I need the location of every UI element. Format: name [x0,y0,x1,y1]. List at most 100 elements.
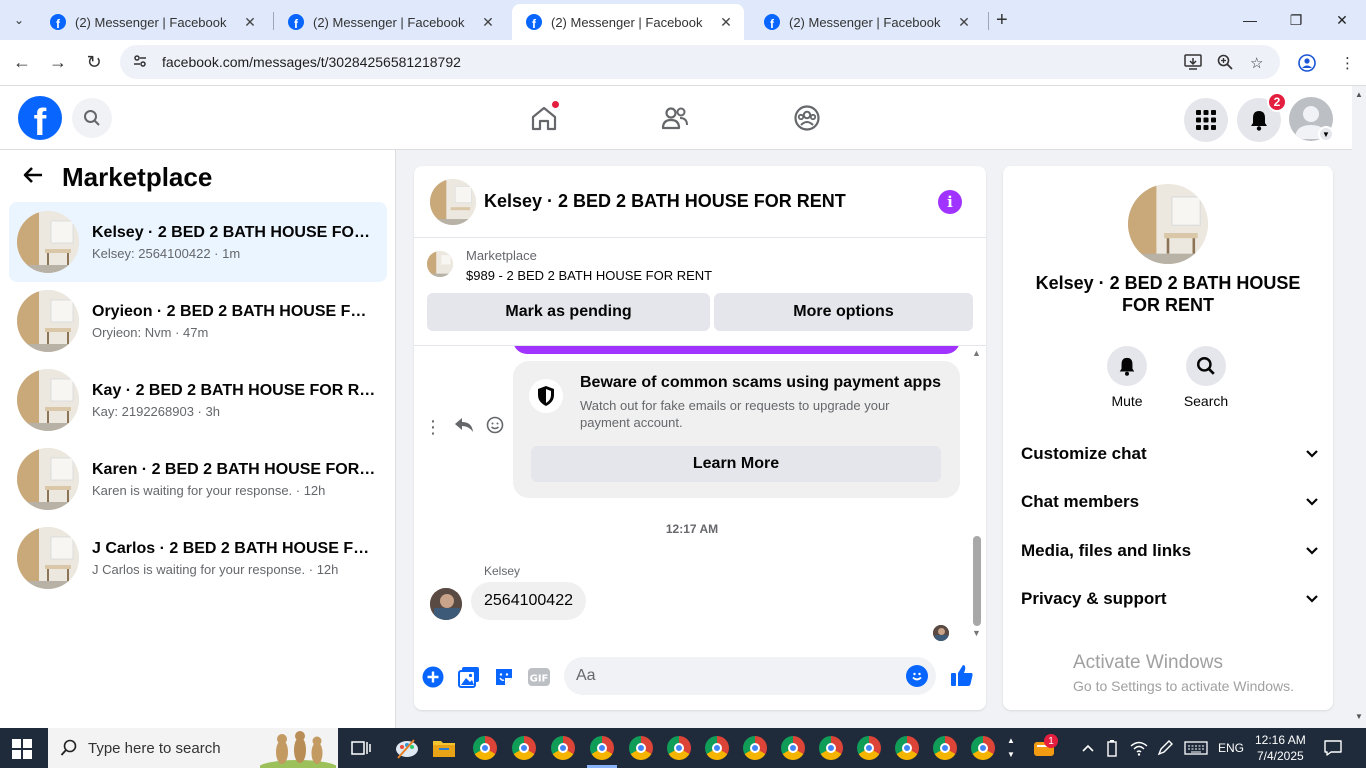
scroll-down-arrow-icon[interactable]: ▼ [1355,712,1363,721]
notification-app-icon[interactable]: 1 [1032,734,1058,760]
scrollbar-thumb[interactable] [973,536,981,626]
friends-nav-button[interactable] [657,100,693,136]
search-in-chat-button[interactable]: Search [1176,346,1236,409]
bookmark-star-icon[interactable]: ☆ [1250,54,1263,72]
wifi-icon[interactable] [1130,728,1148,768]
close-tab-icon[interactable]: ✕ [956,14,972,31]
zoom-icon[interactable] [1217,54,1233,74]
close-tab-icon[interactable]: ✕ [480,14,496,31]
install-app-icon[interactable] [1184,54,1202,74]
chrome-taskbar-icon[interactable] [705,736,729,760]
groups-nav-button[interactable] [789,100,825,136]
chat-title[interactable]: Kelsey · 2 BED 2 BATH HOUSE FOR RENT [484,191,846,212]
close-tab-icon[interactable]: ✕ [718,14,734,31]
scroll-up-arrow-icon[interactable]: ▲ [1355,90,1363,99]
privacy-support-section[interactable]: Privacy & support [1021,579,1319,619]
facebook-search-button[interactable] [72,98,112,138]
page-scrollbar[interactable]: ▲ ▼ [1352,86,1366,728]
conversation-item[interactable]: J Carlos · 2 BED 2 BATH HOUSE FOR RENT J… [9,518,387,598]
chrome-taskbar-icon[interactable] [857,736,881,760]
mute-button[interactable]: Mute [1097,346,1157,409]
close-window-icon[interactable]: ✕ [1322,8,1362,32]
chevron-down-icon[interactable]: ▼ [1318,126,1334,142]
notifications-button[interactable]: 2 [1237,92,1287,142]
plus-circle-icon[interactable] [421,665,445,689]
facebook-logo-icon[interactable]: f [18,96,62,140]
task-view-icon[interactable] [349,736,373,760]
chrome-taskbar-icon[interactable] [551,736,575,760]
reload-icon[interactable]: ↻ [83,52,105,73]
chrome-taskbar-icon[interactable] [933,736,957,760]
gif-icon[interactable]: GIF [527,665,551,689]
listing-thumbnail[interactable] [427,251,453,277]
chat-members-section[interactable]: Chat members [1021,482,1319,522]
react-smiley-icon[interactable] [486,416,504,439]
chat-avatar[interactable] [430,179,476,225]
browser-tab-1[interactable]: f (2) Messenger | Facebook ✕ [36,4,268,40]
received-message-bubble[interactable]: 2564100422 [471,582,586,620]
chrome-profile-icon[interactable] [1298,54,1316,76]
chrome-taskbar-icon[interactable] [629,736,653,760]
chrome-taskbar-icon[interactable] [819,736,843,760]
paint-app-icon[interactable] [394,736,418,760]
browser-tab-3-active[interactable]: f (2) Messenger | Facebook ✕ [512,4,744,40]
message-input[interactable] [564,657,936,695]
customize-chat-section[interactable]: Customize chat [1021,434,1319,474]
taskbar-search-box[interactable]: Type here to search [48,728,338,768]
taskbar-clock[interactable]: 12:16 AM 7/4/2025 [1255,732,1306,764]
new-tab-plus-icon[interactable]: + [996,9,1008,32]
action-center-icon[interactable] [1323,728,1343,768]
listing-price-title[interactable]: $989 - 2 BED 2 BATH HOUSE FOR RENT [466,268,712,283]
chrome-taskbar-icon[interactable] [895,736,919,760]
menu-grid-button[interactable] [1184,98,1228,142]
reply-icon[interactable] [454,417,474,438]
chrome-taskbar-icon[interactable] [743,736,767,760]
more-options-button[interactable]: More options [714,293,973,331]
learn-more-button[interactable]: Learn More [531,446,941,482]
chrome-taskbar-icon[interactable] [781,736,805,760]
show-hidden-icons-chevron-icon[interactable] [1081,728,1095,768]
mark-as-pending-button[interactable]: Mark as pending [427,293,710,331]
taskbar-overflow-arrows[interactable]: ▲ ▼ [1004,728,1018,768]
scroll-up-arrow-icon[interactable]: ▲ [972,348,981,358]
windows-start-icon[interactable] [12,739,32,759]
thumbs-up-icon[interactable] [950,663,974,687]
chrome-taskbar-icon[interactable] [473,736,497,760]
pen-icon[interactable] [1156,728,1174,768]
chrome-taskbar-icon[interactable] [971,736,995,760]
sender-avatar[interactable] [430,588,462,620]
language-indicator[interactable]: ENG [1218,728,1244,768]
tab-search-chevron-icon[interactable]: ⌄ [6,8,32,32]
restore-window-icon[interactable]: ❐ [1276,8,1316,32]
conversation-item[interactable]: Kelsey · 2 BED 2 BATH HOUSE FOR RENT Kel… [9,202,387,282]
keyboard-icon[interactable] [1184,728,1208,768]
sticker-icon[interactable] [492,665,516,689]
info-icon[interactable]: i [938,190,962,214]
thread-scrollbar[interactable]: ▲ ▼ [970,346,984,642]
details-avatar[interactable] [1128,184,1208,264]
chrome-taskbar-icon[interactable] [512,736,536,760]
chrome-taskbar-icon-active[interactable] [590,736,614,760]
home-nav-button[interactable] [526,100,562,136]
minimize-window-icon[interactable]: — [1230,8,1270,32]
browser-tab-2[interactable]: f (2) Messenger | Facebook ✕ [274,4,506,40]
browser-menu-icon[interactable]: ⋮ [1340,54,1355,72]
address-bar[interactable]: facebook.com/messages/t/3028425658121879… [120,45,1280,79]
emoji-smiley-icon[interactable] [906,665,928,687]
scroll-down-arrow-icon[interactable]: ▼ [972,628,981,638]
browser-tab-4[interactable]: f (2) Messenger | Facebook ✕ [750,4,982,40]
conversation-item[interactable]: Kay · 2 BED 2 BATH HOUSE FOR RENT Kay: 2… [9,360,387,440]
battery-icon[interactable] [1106,728,1118,768]
forward-arrow-icon[interactable]: → [47,52,69,73]
conversation-item[interactable]: Karen · 2 BED 2 BATH HOUSE FOR RENT Kare… [9,439,387,519]
media-files-links-section[interactable]: Media, files and links [1021,531,1319,571]
back-arrow-icon[interactable]: ← [11,52,33,73]
back-arrow-icon[interactable] [22,164,48,192]
conversation-item[interactable]: Oryieon · 2 BED 2 BATH HOUSE FOR RENT Or… [9,281,387,361]
chrome-taskbar-icon[interactable] [667,736,691,760]
file-explorer-icon[interactable] [432,736,456,760]
close-tab-icon[interactable]: ✕ [242,14,258,31]
site-info-icon[interactable] [132,53,148,72]
more-dots-icon[interactable]: ⋮ [424,417,442,438]
photo-gallery-icon[interactable] [457,665,481,689]
